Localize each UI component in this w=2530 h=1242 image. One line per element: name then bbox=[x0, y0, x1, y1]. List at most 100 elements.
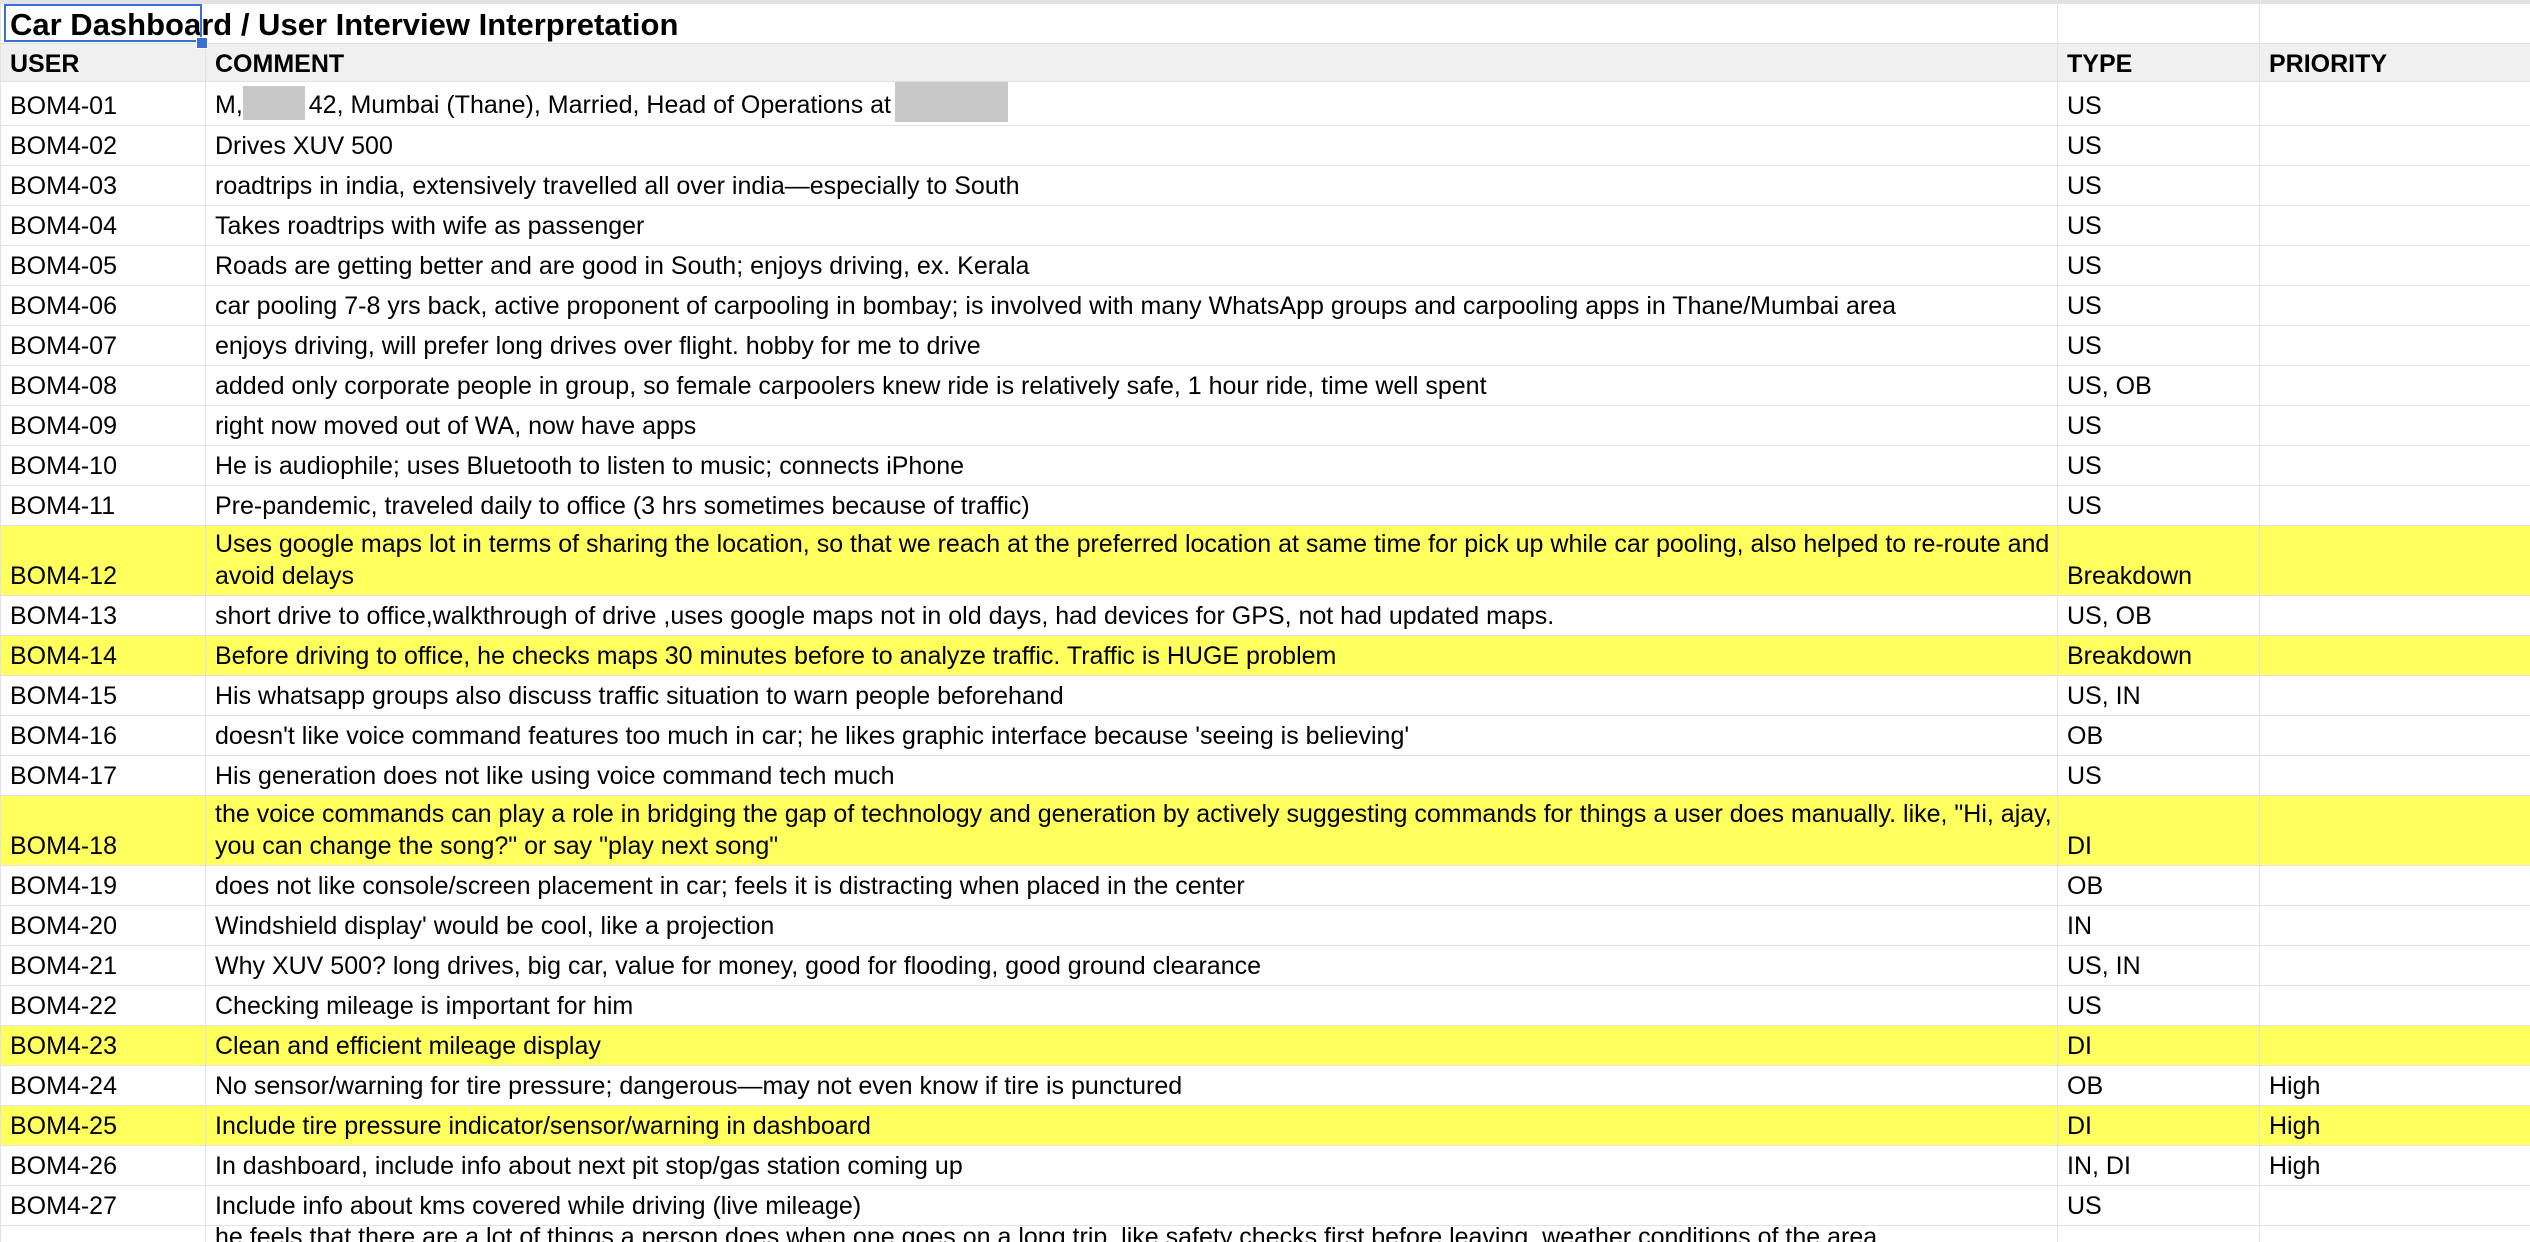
cell-user[interactable]: BOM4-21 bbox=[0, 945, 206, 986]
cell-user[interactable]: BOM4-06 bbox=[0, 285, 206, 326]
cell-priority[interactable] bbox=[2259, 285, 2530, 326]
cell-comment[interactable]: Why XUV 500? long drives, big car, value… bbox=[205, 945, 2058, 986]
cell-type[interactable]: Breakdown bbox=[2057, 635, 2260, 676]
cell-priority[interactable] bbox=[2259, 635, 2530, 676]
cell-priority[interactable] bbox=[2259, 865, 2530, 906]
cell-priority[interactable]: High bbox=[2259, 1065, 2530, 1106]
cell[interactable] bbox=[2259, 0, 2530, 44]
cell-type[interactable]: US, OB bbox=[2057, 595, 2260, 636]
cell-user[interactable]: BOM4-22 bbox=[0, 985, 206, 1026]
cell-type[interactable]: IN bbox=[2057, 905, 2260, 946]
cell-comment[interactable]: Checking mileage is important for him bbox=[205, 985, 2058, 1026]
cell-user[interactable] bbox=[0, 1225, 206, 1242]
cell-priority[interactable] bbox=[2259, 945, 2530, 986]
cell-comment[interactable]: Pre-pandemic, traveled daily to office (… bbox=[205, 485, 2058, 526]
cell-user[interactable]: BOM4-27 bbox=[0, 1185, 206, 1226]
cell-comment[interactable]: the voice commands can play a role in br… bbox=[205, 795, 2058, 866]
cell-comment[interactable]: Clean and efficient mileage display bbox=[205, 1025, 2058, 1066]
cell-type[interactable]: US bbox=[2057, 445, 2260, 486]
cell-priority[interactable] bbox=[2259, 245, 2530, 286]
cell-priority[interactable] bbox=[2259, 1025, 2530, 1066]
cell-type[interactable]: US, IN bbox=[2057, 945, 2260, 986]
cell-priority[interactable] bbox=[2259, 985, 2530, 1026]
cell-comment[interactable]: He is audiophile; uses Bluetooth to list… bbox=[205, 445, 2058, 486]
cell-comment[interactable]: In dashboard, include info about next pi… bbox=[205, 1145, 2058, 1186]
cell-comment[interactable]: does not like console/screen placement i… bbox=[205, 865, 2058, 906]
cell-user[interactable]: BOM4-25 bbox=[0, 1105, 206, 1146]
cell-comment[interactable]: Drives XUV 500 bbox=[205, 125, 2058, 166]
cell-type[interactable]: US bbox=[2057, 165, 2260, 206]
cell-type[interactable]: US bbox=[2057, 985, 2260, 1026]
cell-user[interactable]: BOM4-20 bbox=[0, 905, 206, 946]
cell-comment[interactable]: Roads are getting better and are good in… bbox=[205, 245, 2058, 286]
cell-priority[interactable] bbox=[2259, 525, 2530, 596]
cell-priority[interactable] bbox=[2259, 905, 2530, 946]
cell-user[interactable]: BOM4-02 bbox=[0, 125, 206, 166]
cell-user[interactable]: BOM4-08 bbox=[0, 365, 206, 406]
cell-type[interactable]: DI bbox=[2057, 1105, 2260, 1146]
cell-priority[interactable] bbox=[2259, 81, 2530, 126]
cell-comment[interactable]: roadtrips in india, extensively travelle… bbox=[205, 165, 2058, 206]
cell-type[interactable]: US bbox=[2057, 125, 2260, 166]
cell-priority[interactable] bbox=[2259, 755, 2530, 796]
cell-comment[interactable]: enjoys driving, will prefer long drives … bbox=[205, 325, 2058, 366]
cell-user[interactable]: BOM4-07 bbox=[0, 325, 206, 366]
cell-comment[interactable]: Uses google maps lot in terms of sharing… bbox=[205, 525, 2058, 596]
header-priority[interactable]: PRIORITY bbox=[2259, 43, 2530, 82]
cell-user[interactable]: BOM4-24 bbox=[0, 1065, 206, 1106]
header-comment[interactable]: COMMENT bbox=[205, 43, 2058, 82]
cell-comment[interactable]: car pooling 7-8 yrs back, active propone… bbox=[205, 285, 2058, 326]
cell-type[interactable] bbox=[2057, 1225, 2260, 1242]
cell-type[interactable]: US, OB bbox=[2057, 365, 2260, 406]
cell-type[interactable]: OB bbox=[2057, 1065, 2260, 1106]
cell-priority[interactable] bbox=[2259, 205, 2530, 246]
cell-type[interactable]: OB bbox=[2057, 865, 2260, 906]
cell-user[interactable]: BOM4-26 bbox=[0, 1145, 206, 1186]
cell-user[interactable]: BOM4-01 bbox=[0, 81, 206, 126]
cell-type[interactable]: US bbox=[2057, 245, 2260, 286]
cell-user[interactable]: BOM4-15 bbox=[0, 675, 206, 716]
cell-priority[interactable] bbox=[2259, 1185, 2530, 1226]
cell-user[interactable]: BOM4-10 bbox=[0, 445, 206, 486]
cell-user[interactable]: BOM4-19 bbox=[0, 865, 206, 906]
cell-user[interactable]: BOM4-23 bbox=[0, 1025, 206, 1066]
cell-priority[interactable] bbox=[2259, 365, 2530, 406]
cell-type[interactable]: US bbox=[2057, 405, 2260, 446]
cell-type[interactable]: US bbox=[2057, 755, 2260, 796]
cell-priority[interactable] bbox=[2259, 125, 2530, 166]
cell-comment[interactable]: M, 42, Mumbai (Thane), Married, Head of O… bbox=[205, 81, 2058, 126]
cell-priority[interactable]: High bbox=[2259, 1105, 2530, 1146]
fill-handle[interactable] bbox=[196, 37, 208, 49]
cell-type[interactable]: DI bbox=[2057, 1025, 2260, 1066]
cell-user[interactable]: BOM4-18 bbox=[0, 795, 206, 866]
cell-user[interactable]: BOM4-14 bbox=[0, 635, 206, 676]
header-user[interactable]: USER bbox=[0, 43, 206, 82]
cell-type[interactable]: US bbox=[2057, 325, 2260, 366]
sheet-title[interactable]: Car Dashboard / User Interview Interpret… bbox=[0, 0, 2058, 44]
cell-type[interactable]: US bbox=[2057, 1185, 2260, 1226]
cell-user[interactable]: BOM4-13 bbox=[0, 595, 206, 636]
cell-comment[interactable]: No sensor/warning for tire pressure; dan… bbox=[205, 1065, 2058, 1106]
cell-type[interactable]: OB bbox=[2057, 715, 2260, 756]
cell[interactable] bbox=[2057, 0, 2260, 44]
cell-comment[interactable]: Include tire pressure indicator/sensor/w… bbox=[205, 1105, 2058, 1146]
header-type[interactable]: TYPE bbox=[2057, 43, 2260, 82]
cell-priority[interactable] bbox=[2259, 325, 2530, 366]
cell-comment[interactable]: Include info about kms covered while dri… bbox=[205, 1185, 2058, 1226]
cell-comment[interactable]: he feels that there are a lot of things … bbox=[205, 1225, 2058, 1242]
cell-user[interactable]: BOM4-03 bbox=[0, 165, 206, 206]
cell-comment[interactable]: right now moved out of WA, now have apps bbox=[205, 405, 2058, 446]
cell-comment[interactable]: Before driving to office, he checks maps… bbox=[205, 635, 2058, 676]
cell-priority[interactable] bbox=[2259, 675, 2530, 716]
cell-type[interactable]: IN, DI bbox=[2057, 1145, 2260, 1186]
cell-type[interactable]: DI bbox=[2057, 795, 2260, 866]
cell-comment[interactable]: His whatsapp groups also discuss traffic… bbox=[205, 675, 2058, 716]
cell-user[interactable]: BOM4-09 bbox=[0, 405, 206, 446]
cell-type[interactable]: Breakdown bbox=[2057, 525, 2260, 596]
cell-type[interactable]: US bbox=[2057, 285, 2260, 326]
cell-user[interactable]: BOM4-17 bbox=[0, 755, 206, 796]
cell-user[interactable]: BOM4-12 bbox=[0, 525, 206, 596]
cell-type[interactable]: US, IN bbox=[2057, 675, 2260, 716]
cell-priority[interactable] bbox=[2259, 715, 2530, 756]
cell-user[interactable]: BOM4-11 bbox=[0, 485, 206, 526]
